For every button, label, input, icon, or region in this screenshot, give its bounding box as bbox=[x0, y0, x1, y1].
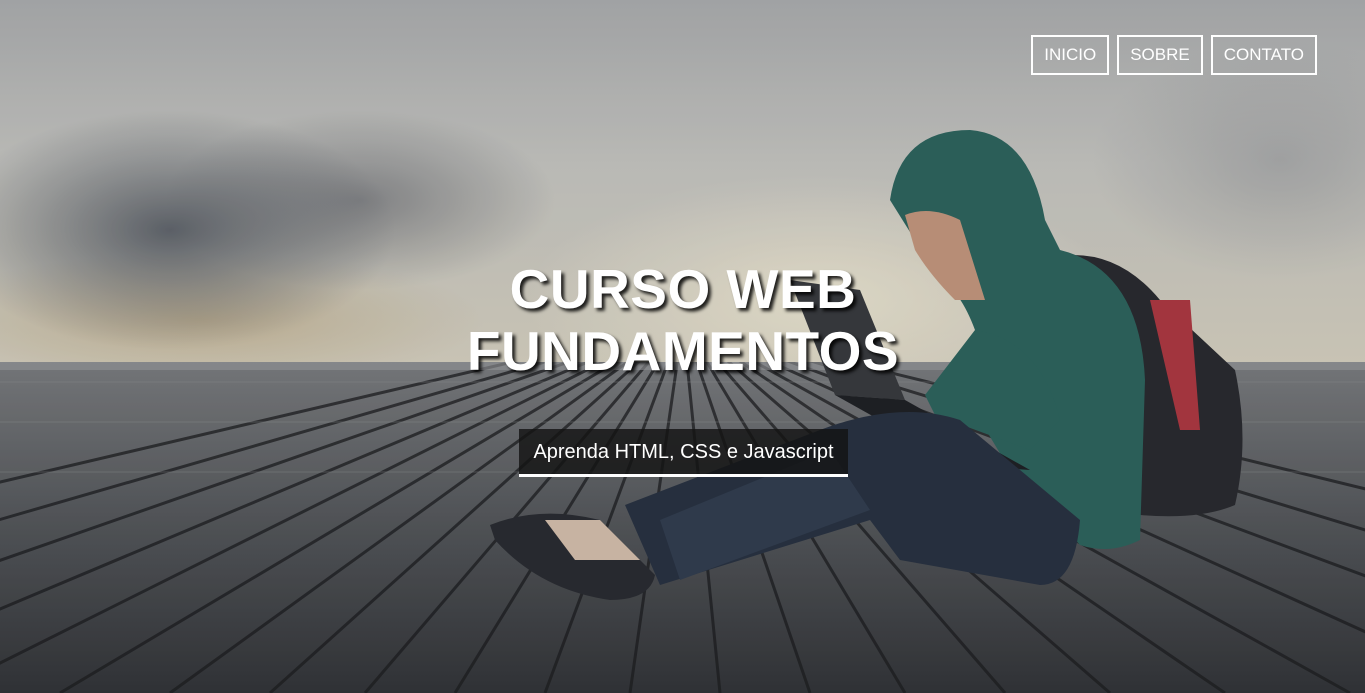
hero-title: CURSO WEB FUNDAMENTOS bbox=[383, 258, 983, 382]
hero-section: INICIO SOBRE CONTATO CURSO WEB FUNDAMENT… bbox=[0, 0, 1365, 693]
nav-link-inicio[interactable]: INICIO bbox=[1031, 35, 1110, 75]
hero-title-line-2: FUNDAMENTOS bbox=[466, 320, 900, 382]
nav-link-contato[interactable]: CONTATO bbox=[1210, 35, 1317, 75]
main-nav: INICIO SOBRE CONTATO bbox=[1031, 35, 1317, 75]
nav-link-sobre[interactable]: SOBRE bbox=[1117, 35, 1203, 75]
hero-title-line-1: CURSO WEB bbox=[509, 258, 857, 320]
hero-subtitle: Aprenda HTML, CSS e Javascript bbox=[519, 429, 848, 477]
